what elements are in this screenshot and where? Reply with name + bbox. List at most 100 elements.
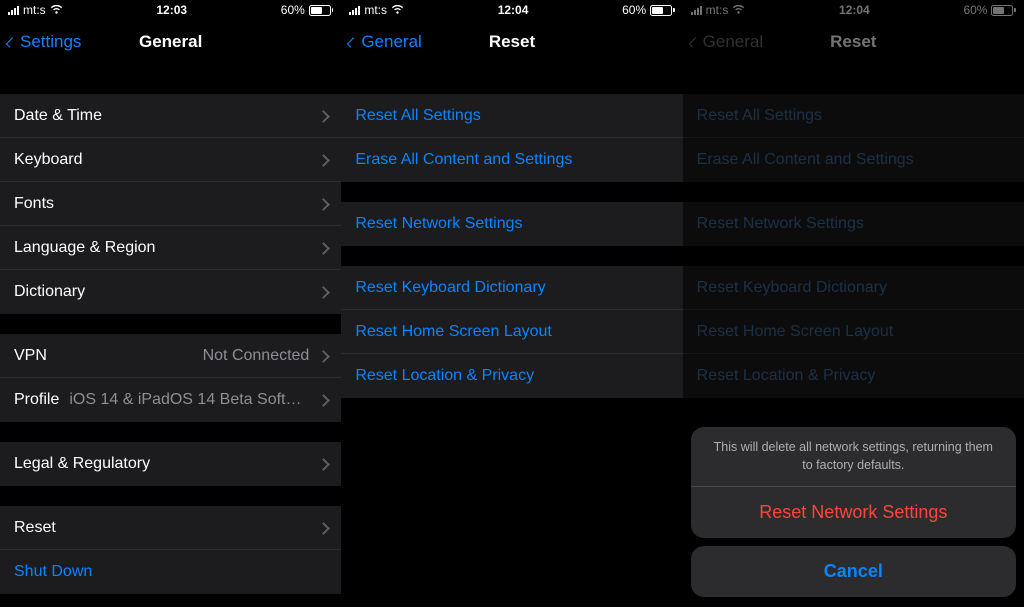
cell-keyboard[interactable]: Keyboard	[0, 138, 341, 182]
cell-label: Reset Network Settings	[355, 215, 522, 233]
group-network-reset: Reset Network Settings	[341, 202, 682, 246]
clock: 12:04	[839, 3, 870, 17]
status-left: mt:s	[691, 3, 746, 17]
cell-vpn[interactable]: VPN Not Connected	[0, 334, 341, 378]
cell-erase-all[interactable]: Erase All Content and Settings	[341, 138, 682, 182]
cell-fonts[interactable]: Fonts	[0, 182, 341, 226]
signal-icon	[691, 5, 702, 15]
cell-reset-all[interactable]: Reset All Settings	[341, 94, 682, 138]
sheet-cancel-button[interactable]: Cancel	[691, 546, 1016, 597]
cell-label: Legal & Regulatory	[14, 455, 150, 473]
status-right: 60%	[963, 3, 1016, 17]
cell-reset-location: Reset Location & Privacy	[683, 354, 1024, 398]
cell-label: Fonts	[14, 195, 54, 213]
screen-reset: mt:s 12:04 60% General Reset Reset All S…	[341, 0, 682, 607]
status-bar: mt:s 12:04 60%	[683, 0, 1024, 20]
cell-label: Keyboard	[14, 151, 83, 169]
action-sheet-group: This will delete all network settings, r…	[691, 427, 1016, 538]
group-erase: Reset All Settings Erase All Content and…	[341, 94, 682, 182]
cell-reset-network: Reset Network Settings	[683, 202, 1024, 246]
nav-title: General	[139, 32, 202, 52]
cell-label: Reset Network Settings	[697, 215, 864, 233]
cell-label: Shut Down	[14, 563, 92, 581]
cell-detail: iOS 14 & iPadOS 14 Beta Softwar...	[59, 391, 309, 409]
chevron-right-icon	[319, 521, 327, 535]
cell-reset-network[interactable]: Reset Network Settings	[341, 202, 682, 246]
group-preferences: Date & Time Keyboard Fonts Language & Re…	[0, 94, 341, 314]
chevron-right-icon	[319, 393, 327, 407]
battery-text: 60%	[281, 3, 305, 17]
cell-label: Reset Home Screen Layout	[355, 323, 552, 341]
cell-label: Reset Location & Privacy	[697, 367, 876, 385]
chevron-left-icon	[347, 34, 357, 51]
status-left: mt:s	[8, 3, 63, 17]
group-network-reset: Reset Network Settings	[683, 202, 1024, 246]
carrier-label: mt:s	[364, 3, 387, 17]
cell-label: Reset	[14, 519, 56, 537]
group-other-reset: Reset Keyboard Dictionary Reset Home Scr…	[341, 266, 682, 398]
cell-legal[interactable]: Legal & Regulatory	[0, 442, 341, 486]
content: Reset All Settings Erase All Content and…	[341, 64, 682, 607]
nav-bar: General Reset	[683, 20, 1024, 64]
group-other-reset: Reset Keyboard Dictionary Reset Home Scr…	[683, 266, 1024, 398]
back-label: Settings	[20, 32, 81, 52]
chevron-right-icon	[319, 109, 327, 123]
cell-label: Erase All Content and Settings	[355, 151, 572, 169]
cell-label: Date & Time	[14, 107, 102, 125]
chevron-right-icon	[319, 153, 327, 167]
carrier-label: mt:s	[23, 3, 46, 17]
battery-text: 60%	[622, 3, 646, 17]
clock: 12:04	[498, 3, 529, 17]
chevron-right-icon	[319, 457, 327, 471]
cell-label: Reset Keyboard Dictionary	[697, 279, 887, 297]
cell-label: Profile	[14, 391, 59, 409]
chevron-left-icon	[689, 34, 699, 51]
sheet-action-reset-network[interactable]: Reset Network Settings	[691, 487, 1016, 538]
chevron-right-icon	[319, 241, 327, 255]
screen-reset-confirm: mt:s 12:04 60% General Reset Reset All S…	[683, 0, 1024, 607]
status-right: 60%	[281, 3, 334, 17]
cell-label: Reset Keyboard Dictionary	[355, 279, 545, 297]
cell-reset[interactable]: Reset	[0, 506, 341, 550]
chevron-right-icon	[319, 285, 327, 299]
wifi-icon	[732, 5, 745, 15]
status-bar: mt:s 12:03 60%	[0, 0, 341, 20]
cell-shutdown[interactable]: Shut Down	[0, 550, 341, 594]
status-bar: mt:s 12:04 60%	[341, 0, 682, 20]
action-sheet: This will delete all network settings, r…	[691, 427, 1016, 597]
chevron-left-icon	[6, 34, 16, 51]
cell-reset-all: Reset All Settings	[683, 94, 1024, 138]
cell-language-region[interactable]: Language & Region	[0, 226, 341, 270]
cell-reset-home[interactable]: Reset Home Screen Layout	[341, 310, 682, 354]
nav-title: Reset	[830, 32, 876, 52]
cell-label: Reset All Settings	[355, 107, 480, 125]
cell-profile[interactable]: Profile iOS 14 & iPadOS 14 Beta Softwar.…	[0, 378, 341, 422]
back-button[interactable]: Settings	[6, 32, 81, 52]
nav-bar: General Reset	[341, 20, 682, 64]
back-label: General	[361, 32, 421, 52]
chevron-right-icon	[319, 197, 327, 211]
back-button: General	[689, 32, 763, 52]
nav-title: Reset	[489, 32, 535, 52]
cell-label: VPN	[14, 347, 47, 365]
cell-label: Language & Region	[14, 239, 155, 257]
battery-text: 60%	[963, 3, 987, 17]
cell-date-time[interactable]: Date & Time	[0, 94, 341, 138]
cell-label: Reset All Settings	[697, 107, 822, 125]
carrier-label: mt:s	[706, 3, 729, 17]
screen-general: mt:s 12:03 60% Settings General Date & T…	[0, 0, 341, 607]
cell-reset-location[interactable]: Reset Location & Privacy	[341, 354, 682, 398]
cell-detail: Not Connected	[47, 347, 309, 365]
signal-icon	[349, 5, 360, 15]
group-legal: Legal & Regulatory	[0, 442, 341, 486]
chevron-right-icon	[319, 349, 327, 363]
content: Date & Time Keyboard Fonts Language & Re…	[0, 64, 341, 607]
wifi-icon	[50, 5, 63, 15]
nav-bar: Settings General	[0, 20, 341, 64]
back-button[interactable]: General	[347, 32, 421, 52]
cell-dictionary[interactable]: Dictionary	[0, 270, 341, 314]
cell-reset-keyboard: Reset Keyboard Dictionary	[683, 266, 1024, 310]
cell-reset-keyboard[interactable]: Reset Keyboard Dictionary	[341, 266, 682, 310]
wifi-icon	[391, 5, 404, 15]
cell-label: Reset Home Screen Layout	[697, 323, 894, 341]
